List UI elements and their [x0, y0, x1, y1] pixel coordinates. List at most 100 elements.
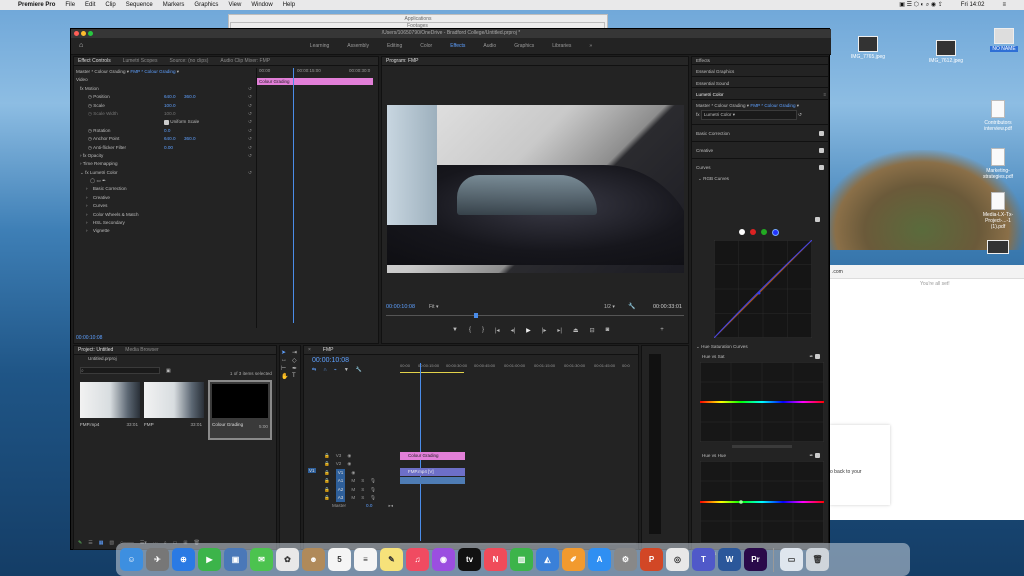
dock-music[interactable]: ♫: [406, 548, 429, 571]
dock-keynote[interactable]: ◭: [536, 548, 559, 571]
position-x-value[interactable]: 640.0: [164, 93, 176, 101]
white-channel-icon[interactable]: [739, 229, 745, 235]
list-view-icon[interactable]: ☰: [88, 540, 92, 546]
ec-row-creative[interactable]: › Creative: [76, 194, 254, 202]
minimize-window-button[interactable]: [81, 31, 86, 36]
timeline-timecode[interactable]: 00:00:10:08: [312, 357, 349, 364]
anti-flicker-value[interactable]: 0.00: [164, 144, 173, 152]
workspace-overflow-icon[interactable]: »: [589, 43, 592, 49]
extract-icon[interactable]: ⊟: [590, 327, 595, 334]
menu-file[interactable]: File: [65, 2, 75, 8]
panel-header-lumetri-color[interactable]: Lumetri Color ≡: [692, 91, 828, 100]
lock-icon[interactable]: 🔒: [324, 452, 330, 460]
dock-premiere-pro[interactable]: Pr: [744, 548, 767, 571]
step-back-icon[interactable]: ◂|: [511, 327, 516, 334]
new-bin-from-search-icon[interactable]: ▣: [166, 368, 171, 374]
section-basic-correction[interactable]: Basic Correction: [692, 124, 828, 141]
tab-lumetri-scopes[interactable]: Lumetri Scopes: [123, 58, 158, 64]
desktop-drive-noname[interactable]: NO NAME: [984, 28, 1024, 52]
eyedropper-icon[interactable]: ✒: [809, 453, 813, 459]
dock-notes[interactable]: ✎: [380, 548, 403, 571]
ec-mini-timeline[interactable]: 00:00 00:00:15:00 00:00:30:0 Colour Grad…: [256, 68, 376, 328]
stopwatch-icon[interactable]: ◷: [88, 103, 92, 108]
workspace-assembly[interactable]: Assembly: [347, 43, 369, 49]
tab-media-browser[interactable]: Media Browser: [125, 347, 158, 353]
dock-news[interactable]: N: [484, 548, 507, 571]
panel-header-effects[interactable]: Effects: [692, 57, 828, 66]
export-frame-icon[interactable]: ◙: [606, 327, 610, 334]
tab-sequence-fmp[interactable]: FMP: [323, 347, 334, 353]
pen-tool-icon[interactable]: ✒: [292, 365, 302, 372]
rgb-curves-header[interactable]: ⌄ RGB Curves: [692, 175, 828, 183]
ec-row-color-wheels[interactable]: › Color Wheels & Match: [76, 211, 254, 219]
ec-row-curves[interactable]: › Curves: [76, 202, 254, 210]
add-marker-icon[interactable]: ▼: [344, 367, 349, 373]
ec-row-motion[interactable]: fx Motion ↺: [76, 85, 254, 93]
panel-header-essential-sound[interactable]: Essential Sound: [692, 80, 828, 89]
panel-header-essential-graphics[interactable]: Essential Graphics: [692, 68, 828, 77]
reset-icon[interactable]: ↺: [248, 85, 252, 93]
program-timecode[interactable]: 00:00:10:08: [386, 304, 415, 310]
ec-clip-bar[interactable]: Colour Grading: [257, 78, 373, 85]
hand-tool-icon[interactable]: ✋: [281, 373, 291, 380]
add-marker-icon[interactable]: ▼: [452, 327, 458, 334]
reset-icon[interactable]: ↺: [248, 169, 252, 177]
lock-icon[interactable]: 🔒: [324, 486, 330, 494]
position-y-value[interactable]: 360.0: [184, 93, 196, 101]
rotation-value[interactable]: 0.0: [164, 127, 170, 135]
mic-icon[interactable]: 🎙: [370, 486, 376, 494]
stopwatch-icon[interactable]: ◷: [88, 128, 92, 133]
selection-tool-icon[interactable]: ➤: [281, 349, 291, 356]
dock-system-preferences[interactable]: ⚙: [614, 548, 637, 571]
slip-tool-icon[interactable]: ⊢: [281, 365, 291, 372]
reset-icon[interactable]: ↺: [248, 110, 252, 118]
reset-icon[interactable]: ↺: [248, 144, 252, 152]
icon-view-icon[interactable]: ▦: [99, 540, 104, 546]
ec-row-basic-correction[interactable]: › Basic Correction: [76, 185, 254, 193]
clip-selector[interactable]: Master * Colour Grading ▾ FMP * Colour G…: [76, 68, 254, 76]
basic-correction-checkbox[interactable]: [819, 131, 824, 137]
ec-row-lumetri[interactable]: ⌄ fx Lumetri Color ↺: [76, 169, 254, 177]
timeline-settings-icon[interactable]: 🔧: [356, 367, 362, 373]
lumetri-clip-selector[interactable]: Master * Colour Grading ▾ FMP * Colour G…: [692, 102, 828, 110]
workspace-learning[interactable]: Learning: [310, 43, 329, 49]
clip-fmp-video[interactable]: FMP.mp4 [V]: [400, 468, 465, 476]
program-playhead[interactable]: [474, 313, 478, 318]
zoom-window-button[interactable]: [88, 31, 93, 36]
section-creative[interactable]: Creative: [692, 141, 828, 158]
menu-clip[interactable]: Clip: [105, 2, 115, 8]
rgb-curve-graph[interactable]: [714, 240, 812, 338]
dock-facetime[interactable]: ▶: [198, 548, 221, 571]
desktop-doc-marketing[interactable]: Marketing-strategies.pdf: [978, 148, 1018, 180]
close-window-button[interactable]: [74, 31, 79, 36]
desktop-doc-media-project[interactable]: Media-LX-Tx-Project-...-1 (1).pdf: [978, 192, 1018, 230]
snap-icon[interactable]: ∩: [323, 367, 327, 373]
workspace-audio[interactable]: Audio: [483, 43, 496, 49]
tab-effect-controls[interactable]: Effect Controls: [78, 58, 111, 64]
stopwatch-icon[interactable]: ◷: [88, 136, 92, 141]
lift-icon[interactable]: ⏏: [573, 327, 579, 334]
lumetri-effect-select[interactable]: Lumetri Color ▾: [700, 109, 797, 120]
rgb-curves-checkbox[interactable]: [815, 217, 820, 222]
source-patch-v1[interactable]: V1: [308, 468, 316, 473]
tab-program[interactable]: Program: FMP: [386, 58, 419, 64]
linked-selection-icon[interactable]: ⌁: [334, 367, 337, 373]
lock-icon[interactable]: 🔒: [324, 477, 330, 485]
menu-window[interactable]: Window: [251, 2, 272, 8]
tab-source[interactable]: Source: (no clips): [169, 58, 208, 64]
menu-sequence[interactable]: Sequence: [126, 2, 153, 8]
ec-row-vignette[interactable]: › Vignette: [76, 227, 254, 235]
dock-reminders[interactable]: ≡: [354, 548, 377, 571]
hue-vs-sat-checkbox[interactable]: [815, 354, 820, 360]
dock-podcasts[interactable]: ◉: [432, 548, 455, 571]
red-channel-icon[interactable]: [750, 229, 756, 235]
track-select-tool-icon[interactable]: ⇥: [292, 349, 302, 356]
lock-icon[interactable]: 🔒: [324, 494, 330, 502]
dock-photos[interactable]: ✿: [276, 548, 299, 571]
ripple-edit-tool-icon[interactable]: ↔: [281, 357, 291, 364]
workspace-editing[interactable]: Editing: [387, 43, 402, 49]
section-curves[interactable]: Curves: [692, 158, 828, 175]
hue-sat-curves-header[interactable]: ⌄ Hue Saturation Curves: [696, 343, 748, 351]
reset-icon[interactable]: ↺: [248, 135, 252, 143]
desktop-file-img-7612[interactable]: IMG_7612.jpeg: [926, 40, 966, 64]
